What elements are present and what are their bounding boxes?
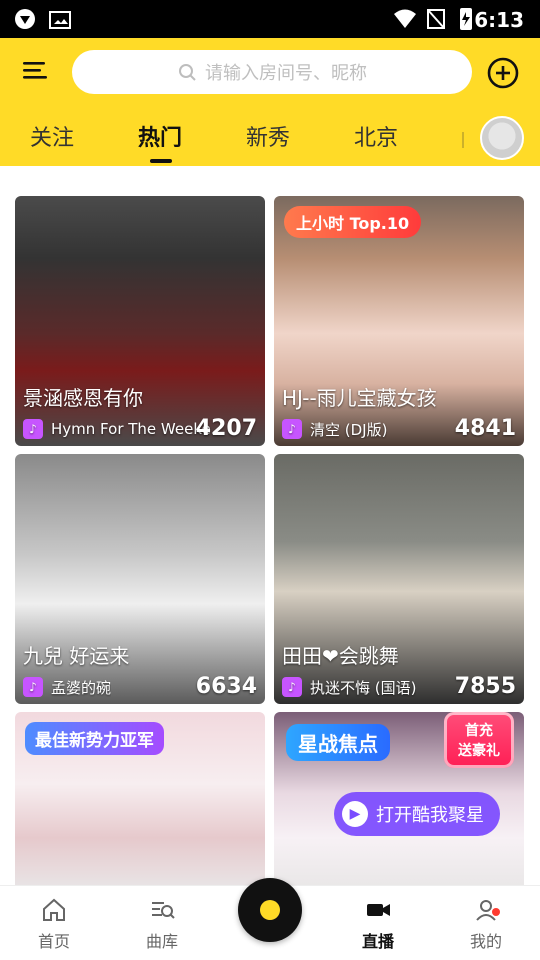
open-app-label: 打开酷我聚星 (376, 805, 484, 826)
song-row: ♪ 执迷不悔 (国语) (282, 677, 416, 697)
music-note-icon: ♪ (23, 677, 43, 697)
add-circle-icon[interactable] (486, 56, 520, 90)
live-room-card-5[interactable]: 最佳新势力亚军 (15, 712, 265, 892)
category-tabs: 关注 热门 新秀 北京 (0, 116, 540, 164)
nav-live-label: 直播 (361, 932, 394, 951)
status-bar: 6:13 (0, 0, 540, 38)
library-search-icon (152, 902, 175, 919)
tab-overflow-indicator (462, 132, 464, 148)
song-row: ♪ Hymn For The Weeke... (23, 419, 218, 439)
battery-charging-icon (460, 8, 472, 30)
menu-icon[interactable] (20, 56, 50, 86)
music-note-icon: ♪ (23, 419, 43, 439)
no-sim-icon (427, 9, 445, 29)
nav-library-label: 曲库 (145, 932, 178, 951)
nav-home[interactable]: 首页 (14, 896, 94, 956)
song-title: Hymn For The Weeke... (51, 420, 218, 438)
nav-me-label: 我的 (469, 932, 502, 951)
nav-library[interactable]: 曲库 (122, 896, 202, 956)
live-room-card-2[interactable]: 上小时 Top.10 HJ--雨儿宝藏女孩 ♪ 清空 (DJ版) 4841 (274, 196, 524, 446)
live-room-card-1[interactable]: 景涵感恩有你 ♪ Hymn For The Weeke... 4207 (15, 196, 265, 446)
app-logo-icon (15, 9, 35, 29)
nav-live[interactable]: 直播 (338, 896, 418, 956)
live-room-feed: 景涵感恩有你 ♪ Hymn For The Weeke... 4207 上小时 … (0, 166, 540, 892)
home-icon (43, 898, 65, 921)
search-placeholder: 请输入房间号、昵称 (205, 63, 367, 84)
bottom-navigation: 首页 曲库 直播 我的 (0, 878, 540, 960)
live-room-card-6[interactable]: 星战焦点 首充 送豪礼 ▶ 打开酷我聚星 (274, 712, 524, 892)
wifi-icon (394, 9, 416, 28)
promo-badge[interactable]: 首充 送豪礼 (444, 712, 514, 768)
center-player-button[interactable] (238, 878, 302, 942)
active-tab-indicator (150, 159, 172, 163)
viewer-count: 4207 (195, 416, 257, 441)
top-header: 请输入房间号、昵称 关注 热门 新秀 北京 (0, 38, 540, 166)
song-title: 孟婆的碗 (51, 678, 112, 697)
viewer-count: 6634 (195, 674, 257, 699)
live-room-card-4[interactable]: 田田❤会跳舞 ♪ 执迷不悔 (国语) 7855 (274, 454, 524, 704)
avatar[interactable] (480, 116, 524, 160)
nav-home-label: 首页 (37, 932, 70, 951)
award-banner: 最佳新势力亚军 (25, 722, 164, 755)
play-icon: ▶ (342, 801, 368, 827)
tab-follow[interactable]: 关注 (30, 120, 74, 152)
song-title: 清空 (DJ版) (310, 420, 388, 439)
open-app-button[interactable]: ▶ 打开酷我聚星 (334, 792, 500, 836)
song-row: ♪ 孟婆的碗 (23, 677, 111, 697)
room-title: 田田❤会跳舞 (282, 644, 399, 668)
camera-icon (367, 904, 390, 916)
music-note-icon: ♪ (282, 419, 302, 439)
tab-new[interactable]: 新秀 (246, 120, 290, 152)
viewer-count: 4841 (454, 416, 516, 441)
event-banner: 星战焦点 (286, 724, 390, 761)
search-icon (179, 64, 196, 81)
room-title: 景涵感恩有你 (23, 386, 143, 410)
song-title: 执迷不悔 (国语) (310, 678, 417, 697)
room-title: 九兒 好运来 (23, 644, 130, 668)
room-title: HJ--雨儿宝藏女孩 (282, 386, 437, 410)
search-input[interactable]: 请输入房间号、昵称 (72, 50, 472, 94)
live-room-card-3[interactable]: 九兒 好运来 ♪ 孟婆的碗 6634 (15, 454, 265, 704)
status-time: 6:13 (474, 8, 524, 32)
tab-hot[interactable]: 热门 (138, 120, 182, 152)
music-note-icon: ♪ (282, 677, 302, 697)
top-rank-badge: 上小时 Top.10 (284, 206, 422, 238)
tab-beijing[interactable]: 北京 (354, 120, 398, 152)
image-icon (49, 11, 71, 29)
nav-me[interactable]: 我的 (446, 896, 526, 956)
viewer-count: 7855 (454, 674, 516, 699)
song-row: ♪ 清空 (DJ版) (282, 419, 387, 439)
notification-dot (492, 908, 500, 916)
